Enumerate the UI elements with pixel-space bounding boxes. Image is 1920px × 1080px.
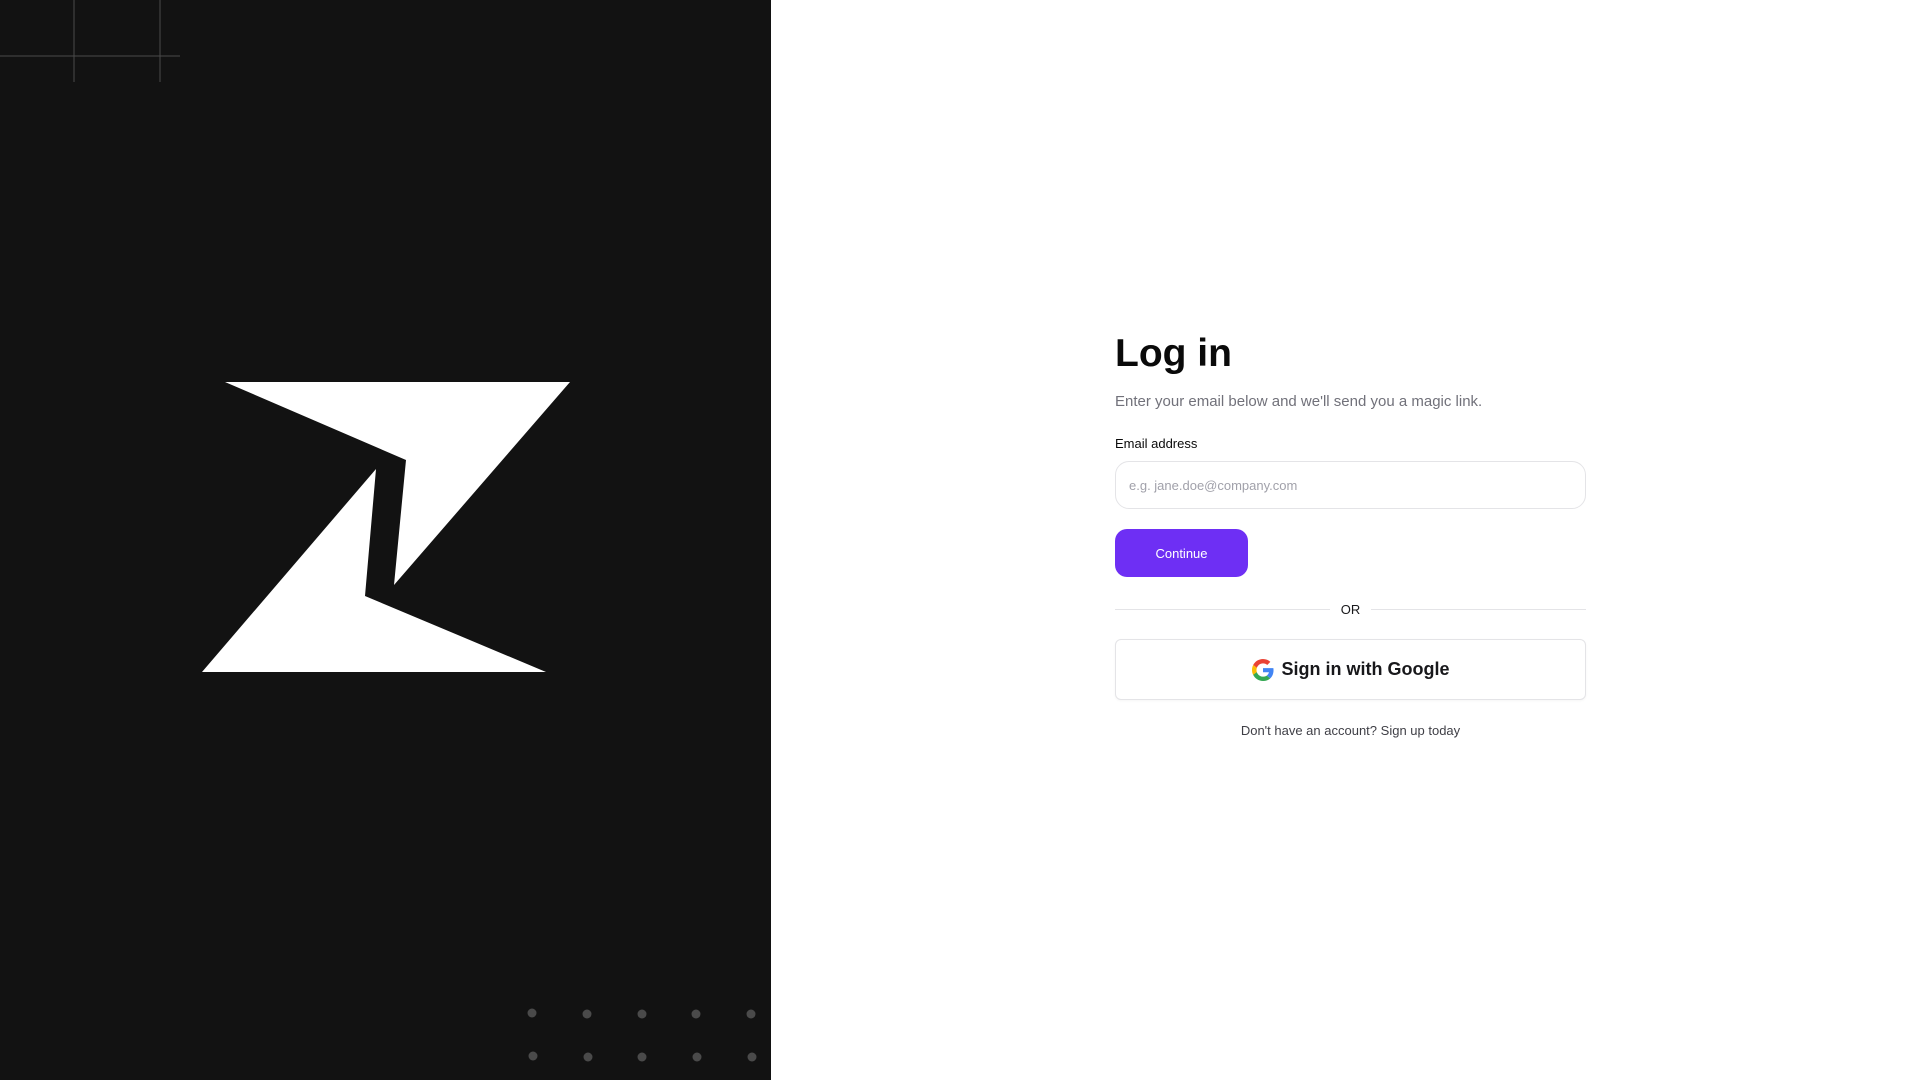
- google-sign-in-button[interactable]: Sign in with Google: [1115, 639, 1586, 700]
- continue-button[interactable]: Continue: [1115, 529, 1248, 577]
- decorative-grid-lines: [0, 0, 180, 82]
- decorative-dot-grid: [527, 1008, 757, 1062]
- page-subtitle: Enter your email below and we'll send yo…: [1115, 393, 1483, 410]
- google-g-icon: [1251, 658, 1274, 681]
- page-title: Log in: [1115, 332, 1232, 375]
- or-divider: OR: [1115, 601, 1586, 617]
- lightning-z-logo-icon: [202, 382, 570, 672]
- divider-line-right: [1371, 608, 1586, 610]
- login-form: Log in Enter your email below and we'll …: [1115, 330, 1586, 739]
- email-field[interactable]: [1115, 461, 1586, 509]
- divider-line-left: [1115, 608, 1330, 610]
- signup-prompt-text: Don't have an account?: [1240, 723, 1378, 738]
- signup-link[interactable]: Sign up today: [1381, 723, 1461, 738]
- email-label: Email address: [1115, 436, 1198, 451]
- login-panel: Log in Enter your email below and we'll …: [771, 0, 1920, 1080]
- divider-text: OR: [1340, 601, 1361, 617]
- signup-prompt: Don't have an account? Sign up today: [1115, 723, 1586, 739]
- google-sign-in-label: Sign in with Google: [1281, 659, 1450, 679]
- brand-panel: [0, 0, 771, 1080]
